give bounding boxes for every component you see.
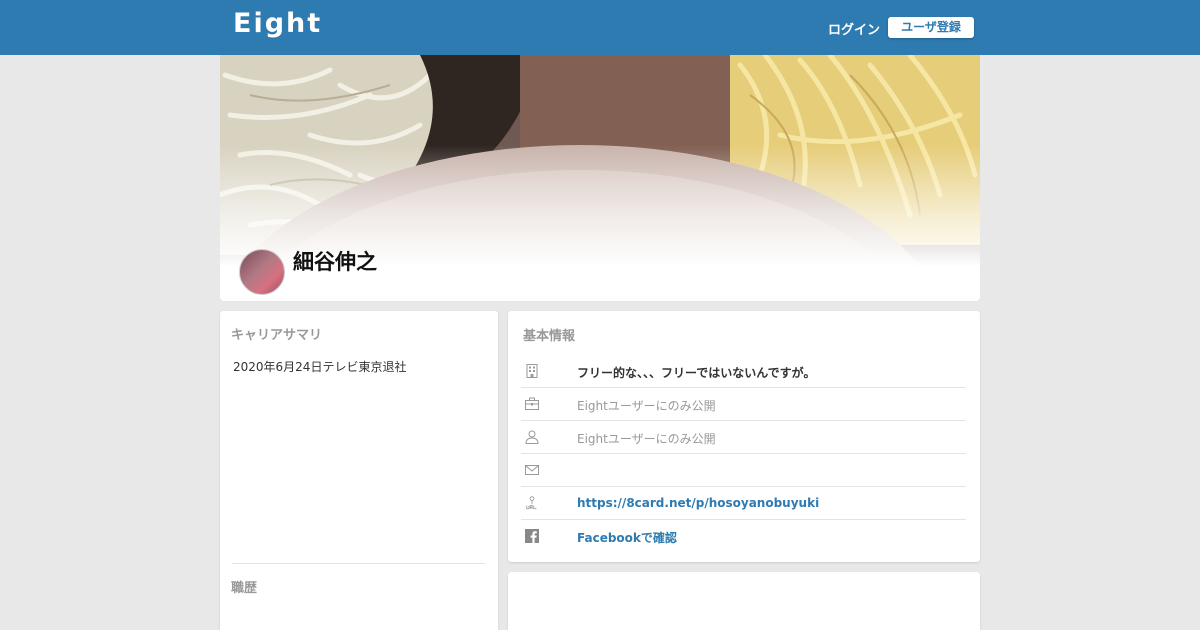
avatar[interactable] xyxy=(239,249,285,295)
work-history-heading: 職歴 xyxy=(231,581,258,596)
basic-info-heading: 基本情報 xyxy=(523,329,576,344)
facebook-link[interactable]: Facebookで確認 xyxy=(577,529,677,546)
career-summary-text: 2020年6月24日テレビ東京退社 xyxy=(233,360,407,374)
profile-cover: 細谷伸之 xyxy=(220,55,980,301)
person-icon xyxy=(525,430,539,444)
info-row-email xyxy=(521,454,966,487)
info-row-position: Eightユーザーにのみ公開 xyxy=(521,388,966,421)
signup-button[interactable]: ユーザ登録 xyxy=(888,17,974,38)
url-icon xyxy=(526,496,537,510)
cover-fade-overlay xyxy=(220,145,980,301)
profile-url-link[interactable]: https://8card.net/p/hosoyanobuyuki xyxy=(577,496,819,510)
info-row-facebook: Facebookで確認 xyxy=(521,520,966,553)
profile-name: 細谷伸之 xyxy=(293,250,377,274)
divider xyxy=(232,563,485,564)
department-private-text: Eightユーザーにのみ公開 xyxy=(577,432,716,446)
top-navigation-bar: Eight ログイン ユーザ登録 xyxy=(0,0,1200,55)
basic-info-card: 基本情報 フリー的な、、、フリーではいないんですが。 Eightユーザーにのみ公… xyxy=(508,311,980,562)
info-row-company: フリー的な、、、フリーではいないんですが。 xyxy=(521,355,966,388)
info-row-url: https://8card.net/p/hosoyanobuyuki xyxy=(521,487,966,520)
career-summary-heading: キャリアサマリ xyxy=(231,328,323,343)
eight-logo[interactable]: Eight xyxy=(233,8,322,39)
building-icon xyxy=(526,364,538,378)
basic-info-list: フリー的な、、、フリーではいないんですが。 Eightユーザーにのみ公開 Eig… xyxy=(521,355,966,553)
login-link[interactable]: ログイン xyxy=(828,19,880,38)
career-summary-card: キャリアサマリ 2020年6月24日テレビ東京退社 職歴 xyxy=(220,311,498,630)
position-private-text: Eightユーザーにのみ公開 xyxy=(577,399,716,413)
mail-icon xyxy=(525,465,539,475)
secondary-card xyxy=(508,572,980,630)
briefcase-icon xyxy=(525,397,539,410)
info-row-department: Eightユーザーにのみ公開 xyxy=(521,421,966,454)
company-name: フリー的な、、、フリーではいないんですが。 xyxy=(577,366,816,380)
facebook-icon xyxy=(525,529,539,543)
